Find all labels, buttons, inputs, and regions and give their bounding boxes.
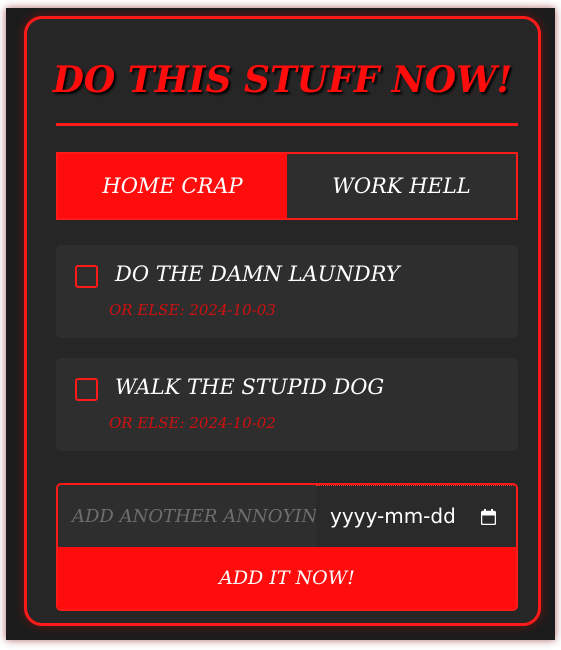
category-tabs: HOME CRAP WORK HELL <box>56 152 518 220</box>
tab-home-crap[interactable]: HOME CRAP <box>58 154 287 218</box>
date-placeholder: yyyy-mm-dd <box>330 504 456 528</box>
due-date-input[interactable]: yyyy-mm-dd <box>316 485 516 547</box>
task-checkbox[interactable] <box>75 378 98 401</box>
due-label: OR ELSE: <box>109 414 185 432</box>
tab-work-hell[interactable]: WORK HELL <box>287 154 516 218</box>
add-task-button[interactable]: ADD IT NOW! <box>58 547 516 609</box>
due-date: 2024-10-03 <box>189 301 276 319</box>
task-item: DO THE DAMN LAUNDRY OR ELSE: 2024-10-03 <box>56 245 518 338</box>
add-task-form: ADD ANOTHER ANNOYING TASK yyyy-mm-dd ADD… <box>56 483 518 611</box>
todo-card: DO THIS STUFF NOW! HOME CRAP WORK HELL D… <box>24 16 541 626</box>
due-label: OR ELSE: <box>109 301 185 319</box>
task-due: OR ELSE: 2024-10-02 <box>109 414 276 432</box>
due-date: 2024-10-02 <box>189 414 276 432</box>
app-frame: DO THIS STUFF NOW! HOME CRAP WORK HELL D… <box>6 8 555 640</box>
task-checkbox[interactable] <box>75 265 98 288</box>
task-text: WALK THE STUPID DOG <box>115 375 385 399</box>
page-title: DO THIS STUFF NOW! <box>52 59 513 101</box>
title-divider <box>56 123 518 126</box>
new-task-input[interactable]: ADD ANOTHER ANNOYING TASK <box>58 485 316 547</box>
task-item: WALK THE STUPID DOG OR ELSE: 2024-10-02 <box>56 358 518 451</box>
task-due: OR ELSE: 2024-10-03 <box>109 301 276 319</box>
calendar-icon[interactable] <box>481 509 496 525</box>
task-text: DO THE DAMN LAUNDRY <box>115 262 400 286</box>
